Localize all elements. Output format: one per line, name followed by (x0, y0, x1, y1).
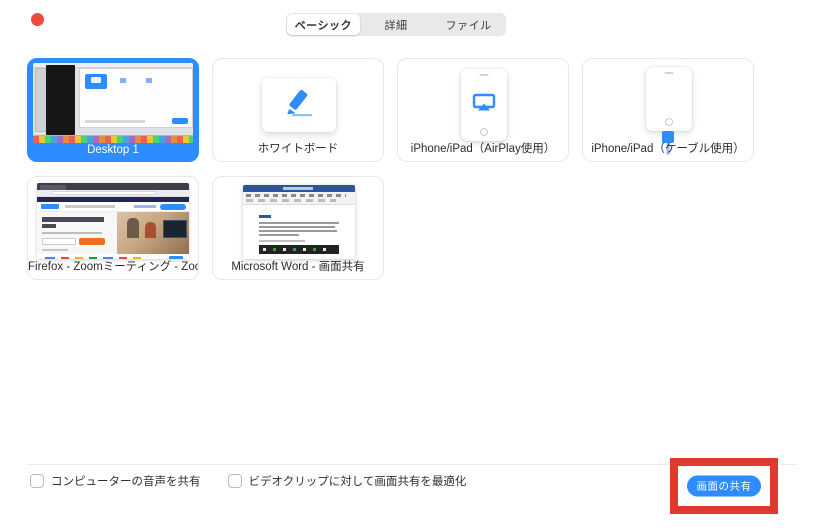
airplay-icon (472, 93, 496, 117)
thumb-mini-icon (120, 78, 126, 83)
nav-menu-lines (65, 205, 115, 208)
tile-label: Firefox - Zoomミーティング - Zoom... (28, 261, 198, 273)
doc-caption-line (259, 240, 305, 242)
tile-label: iPhone/iPad（AirPlay使用） (410, 143, 556, 155)
share-mode-tabs: ベーシック 詳細 ファイル (286, 13, 506, 36)
tile-label: iPhone/iPad（ケーブル使用） (591, 143, 745, 155)
share-screen-dialog: ベーシック 詳細 ファイル Desktop 1 ホワイトボード iPhone/i… (0, 0, 825, 531)
word-thumbnail (243, 185, 355, 259)
tile-iphone-airplay[interactable]: iPhone/iPad（AirPlay使用） (397, 58, 569, 162)
word-titlebar (243, 185, 355, 192)
nav-link (134, 205, 156, 208)
firefox-thumbnail (37, 183, 189, 259)
hero-heading-line (42, 217, 104, 222)
window-close-button[interactable] (31, 13, 44, 26)
phone-speaker (479, 74, 489, 76)
tab-advanced[interactable]: 詳細 (360, 14, 433, 35)
doc-text-line (259, 222, 339, 224)
word-ribbon (243, 192, 355, 205)
hero-email-input (42, 238, 76, 245)
checkbox-label: ビデオクリップに対して画面共有を最適化 (248, 476, 467, 488)
browser-chrome (37, 183, 189, 190)
doc-text-line (259, 230, 337, 232)
whiteboard-card (262, 78, 336, 132)
share-screen-button[interactable]: 画面の共有 (687, 475, 761, 497)
tile-desktop-1[interactable]: Desktop 1 (27, 58, 199, 162)
share-sound-option[interactable]: コンピューターの音声を共有 (30, 473, 201, 489)
site-hero (37, 212, 189, 254)
hero-paragraph-line (42, 232, 102, 234)
tile-firefox-window[interactable]: Firefox - Zoomミーティング - Zoom... (27, 176, 199, 280)
thumb-dock (33, 135, 193, 143)
thumb-dark-panel (46, 65, 75, 135)
checkbox-label: コンピューターの音声を共有 (51, 476, 201, 488)
tile-label: Microsoft Word - 画面共有 (231, 261, 365, 273)
hero-smalltext (42, 249, 68, 251)
footer-options: コンピューターの音声を共有 ビデオクリップに対して画面共有を最適化 (30, 473, 466, 489)
desktop1-thumbnail (33, 63, 193, 143)
tab-basic[interactable]: ベーシック (287, 14, 360, 35)
checkbox-share-sound[interactable] (30, 474, 44, 488)
hero-photo (117, 212, 189, 254)
phone-home-button (480, 128, 488, 136)
thumb-mini-icon (146, 78, 152, 83)
browser-urlbar (37, 190, 189, 197)
hero-person (127, 218, 139, 238)
site-navbar (37, 202, 189, 212)
thumb-mini-text (85, 120, 145, 123)
tile-label: ホワイトボード (257, 143, 339, 155)
iphone-shape (461, 69, 507, 141)
doc-text-line (259, 226, 335, 228)
tab-files[interactable]: ファイル (432, 14, 505, 35)
doc-text-line (259, 234, 299, 236)
word-document-page (243, 205, 355, 259)
thumb-mini-selected-tile (85, 74, 107, 89)
signup-cta (160, 203, 186, 210)
doc-heading (259, 215, 271, 218)
phone-speaker (664, 72, 674, 74)
hero-monitor (163, 220, 187, 238)
phone-home-button (665, 118, 673, 126)
hero-heading-line (42, 224, 56, 228)
optimize-video-option[interactable]: ビデオクリップに対して画面共有を最適化 (227, 473, 467, 489)
checkbox-optimize-video[interactable] (227, 474, 242, 488)
thumb-share-dialog (79, 68, 193, 128)
tile-label: Desktop 1 (87, 144, 139, 156)
hero-person (145, 222, 156, 238)
annotation-highlight-box: 画面の共有 (670, 458, 778, 514)
pencil-icon (282, 88, 316, 123)
thumb-mini-button (172, 118, 188, 124)
tile-word-window[interactable]: Microsoft Word - 画面共有 (212, 176, 384, 280)
zoom-logo (41, 204, 59, 209)
doc-embedded-image (259, 245, 339, 254)
tile-whiteboard[interactable]: ホワイトボード (212, 58, 384, 162)
iphone-shape (646, 67, 692, 131)
tile-iphone-cable[interactable]: iPhone/iPad（ケーブル使用） (582, 58, 754, 162)
hero-signup-button (79, 238, 105, 245)
